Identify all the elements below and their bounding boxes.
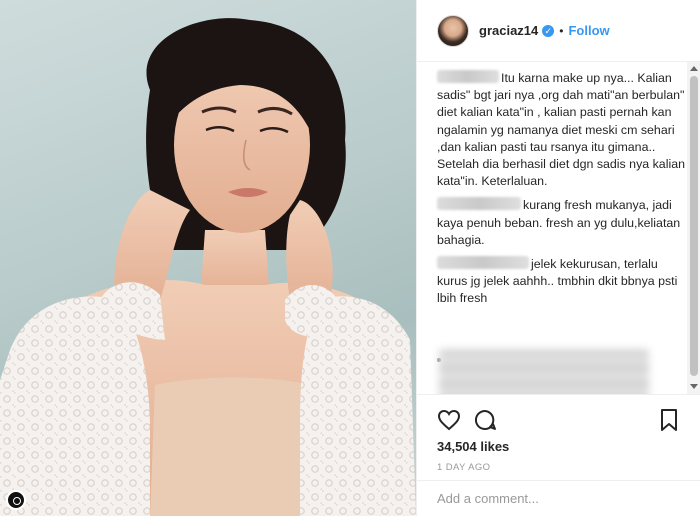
post-timestamp[interactable]: 1 DAY AGO — [437, 462, 681, 473]
likes-count[interactable]: 34,504 likes — [437, 439, 681, 454]
add-comment-bar — [417, 480, 700, 516]
comment-text: Itu karna make up nya... Kalian sadis" b… — [437, 71, 685, 189]
blurred-username — [437, 256, 529, 270]
post-photo[interactable] — [0, 0, 416, 516]
comments-scrollbar[interactable] — [687, 62, 700, 394]
comment-input[interactable] — [437, 491, 681, 506]
verified-icon: ✓ — [542, 24, 555, 37]
post-header: graciaz14 ✓ • Follow — [417, 0, 700, 62]
comment-item: jelek kekurusan, terlalu kurus jg jelek … — [437, 256, 687, 308]
blurred-username — [437, 70, 499, 83]
follow-button[interactable]: Follow — [568, 23, 609, 38]
action-bar — [437, 403, 681, 437]
camera-icon — [6, 490, 26, 510]
comment-icon[interactable] — [473, 408, 497, 432]
blurred-comment — [439, 349, 649, 394]
username-link[interactable]: graciaz14 — [479, 23, 538, 38]
comment-item: kurang fresh mukanya, jadi kaya penuh be… — [437, 197, 687, 249]
scroll-thumb[interactable] — [690, 76, 698, 376]
heart-icon[interactable] — [437, 408, 461, 432]
post-details-panel: graciaz14 ✓ • Follow Itu karna make up n… — [416, 0, 700, 516]
separator-dot: • — [559, 23, 564, 38]
bookmark-icon[interactable] — [657, 408, 681, 432]
post-photo-illustration — [0, 18, 416, 516]
scroll-up-arrow-icon[interactable] — [690, 66, 698, 71]
post-actions: 34,504 likes 1 DAY AGO — [417, 394, 700, 473]
blurred-username — [437, 197, 521, 211]
scroll-down-arrow-icon[interactable] — [690, 384, 698, 389]
comment-item: Itu karna make up nya... Kalian sadis" b… — [437, 70, 687, 190]
avatar[interactable] — [437, 14, 469, 47]
comments-list: Itu karna make up nya... Kalian sadis" b… — [417, 62, 687, 394]
